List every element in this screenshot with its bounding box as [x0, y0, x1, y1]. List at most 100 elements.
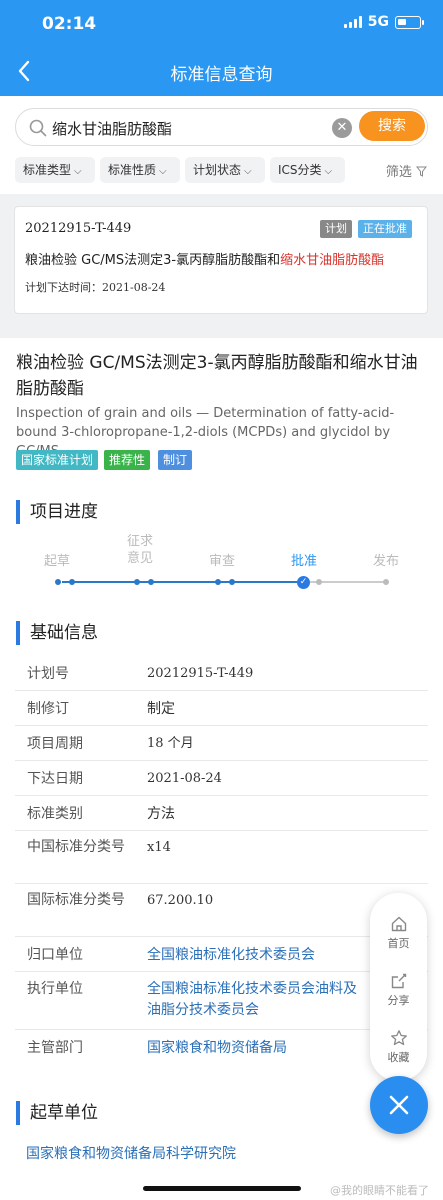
close-icon	[389, 1095, 409, 1115]
step-dot	[55, 579, 61, 585]
step-approve-label: 批准	[290, 554, 317, 569]
floating-menu: 首页 分享 收藏	[370, 893, 427, 1081]
row-key: 主管部门	[27, 1040, 83, 1056]
row-value: 67.200.10	[147, 893, 214, 908]
plan-code: 20212915-T-449	[25, 221, 132, 236]
table-row: 标准类别 方法	[15, 796, 428, 831]
basic-info-table: 计划号 20212915-T-449 制修订 制定 项目周期 18 个月 下达日…	[15, 656, 428, 1068]
row-value-link[interactable]: 全国粮油标准化技术委员会	[147, 945, 315, 965]
chevron-down-icon: ⌵	[324, 166, 333, 177]
row-key: 中国标准分类号	[27, 839, 125, 855]
page-title: 标准信息查询	[170, 65, 273, 85]
step-review-label: 审查	[208, 554, 235, 569]
tag-formulate: 制订	[158, 450, 193, 470]
result-card[interactable]: 20212915-T-449 计划 正在批准 粮油检验 GC/MS法测定3-氯丙…	[14, 206, 428, 314]
filter-bar: 标准类型 ⌵ 标准性质 ⌵ 计划状态 ⌵ ICS分类 ⌵ 筛选	[15, 157, 435, 183]
step-publish-label: 发布	[372, 554, 399, 569]
row-key: 制修订	[27, 701, 69, 717]
plan-date: 计划下达时间：2021-08-24	[25, 279, 165, 295]
share-icon	[391, 973, 406, 989]
row-value: 2021-08-24	[147, 771, 222, 786]
step-dot	[229, 579, 235, 585]
title-highlight: 缩水甘油脂肪酸酯	[280, 253, 385, 268]
row-value-link[interactable]: 全国粮油标准化技术委员会油料及油脂分技术委员会	[147, 979, 357, 1021]
row-key: 归口单位	[27, 947, 83, 963]
share-button[interactable]: 分享	[370, 972, 427, 1008]
close-menu-button[interactable]	[370, 1076, 428, 1134]
basic-info-section-title: 基础信息	[16, 621, 98, 645]
status-icons: 5G	[343, 14, 424, 30]
row-key: 计划号	[27, 666, 69, 682]
table-row: 项目周期 18 个月	[15, 726, 428, 761]
favorite-label: 收藏	[387, 1051, 410, 1064]
progress-track-done	[62, 581, 302, 583]
search-button[interactable]: 搜索	[359, 111, 425, 141]
step-dot	[148, 579, 154, 585]
chevron-down-icon: ⌵	[159, 166, 167, 177]
date-label: 计划下达时间：	[25, 281, 102, 294]
home-label: 首页	[387, 937, 410, 950]
search-query: 缩水甘油脂肪酸酯	[52, 120, 173, 138]
step-dot	[215, 579, 221, 585]
status-badge: 正在批准	[358, 220, 412, 238]
drafting-section-title: 起草单位	[16, 1101, 98, 1125]
favorite-button[interactable]: 收藏	[370, 1029, 427, 1065]
table-row: 计划号 20212915-T-449	[15, 656, 428, 691]
search-icon	[29, 119, 47, 137]
step-draft-label: 起草	[43, 554, 70, 569]
signal-icon	[343, 16, 362, 28]
filter-label: ICS分类	[278, 163, 322, 177]
filter-standard-type[interactable]: 标准类型 ⌵	[15, 157, 95, 183]
plan-badge: 计划	[320, 220, 352, 238]
table-row: 制修订 制定	[15, 691, 428, 726]
progress-section-title: 项目进度	[16, 500, 98, 524]
home-icon	[391, 916, 406, 932]
step-dot	[383, 579, 389, 585]
step-dot	[69, 579, 75, 585]
status-time: 02:14	[42, 14, 97, 34]
table-row: 中国标准分类号 x14	[15, 831, 428, 884]
table-row: 执行单位 全国粮油标准化技术委员会油料及油脂分技术委员会	[15, 972, 428, 1030]
home-indicator	[143, 1186, 301, 1191]
step-dot	[134, 579, 140, 585]
filter-label: 计划状态	[193, 163, 242, 177]
title-prefix: 粮油检验 GC/MS法测定3-氯丙醇脂肪酸酯和	[25, 253, 281, 268]
app-header: 02:14 5G 标准信息查询	[0, 0, 443, 96]
battery-icon	[395, 15, 424, 29]
filter-ics[interactable]: ICS分类 ⌵	[270, 157, 345, 183]
drafting-unit-link[interactable]: 国家粮食和物资储备局科学研究院	[26, 1143, 236, 1163]
funnel-icon	[415, 166, 428, 177]
tag-plan: 国家标准计划	[16, 450, 99, 470]
chevron-down-icon: ⌵	[74, 166, 82, 177]
check-icon: ✓	[297, 576, 310, 589]
row-value-link[interactable]: 国家粮食和物资储备局	[147, 1038, 287, 1058]
result-title: 粮油检验 GC/MS法测定3-氯丙醇脂肪酸酯和缩水甘油脂肪酸酯	[25, 249, 384, 268]
search-bar: 缩水甘油脂肪酸酯 ✕ 搜索	[15, 108, 428, 146]
step-comment-label: 征求 意见	[126, 534, 153, 566]
row-key: 下达日期	[27, 771, 83, 787]
result-area: 20212915-T-449 计划 正在批准 粮油检验 GC/MS法测定3-氯丙…	[0, 194, 443, 338]
filter-button[interactable]: 筛选	[386, 161, 428, 180]
row-key: 项目周期	[27, 736, 83, 752]
tag-recommended: 推荐性	[104, 450, 151, 470]
table-row: 下达日期 2021-08-24	[15, 761, 428, 796]
home-button[interactable]: 首页	[370, 915, 427, 951]
standard-title: 粮油检验 GC/MS法测定3-氯丙醇脂肪酸酯和缩水甘油脂肪酸酯	[16, 353, 418, 399]
row-key: 标准类别	[27, 806, 83, 822]
table-row: 归口单位 全国粮油标准化技术委员会	[15, 937, 428, 972]
table-row: 主管部门 国家粮食和物资储备局	[15, 1030, 428, 1068]
share-label: 分享	[387, 994, 410, 1007]
filter-plan-status[interactable]: 计划状态 ⌵	[185, 157, 265, 183]
filter-standard-nature[interactable]: 标准性质 ⌵	[100, 157, 180, 183]
row-key: 执行单位	[27, 981, 83, 997]
row-key: 国际标准分类号	[27, 892, 125, 908]
row-value: x14	[147, 840, 171, 855]
row-value: 18 个月	[147, 736, 194, 751]
star-icon	[390, 1030, 407, 1046]
table-row: 国际标准分类号 67.200.10	[15, 884, 428, 937]
watermark: @我的眼睛不能看了	[330, 1184, 429, 1197]
filter-label: 标准类型	[23, 163, 72, 177]
step-dot	[316, 579, 322, 585]
clear-icon[interactable]: ✕	[332, 118, 352, 138]
date-value: 2021-08-24	[102, 281, 166, 294]
